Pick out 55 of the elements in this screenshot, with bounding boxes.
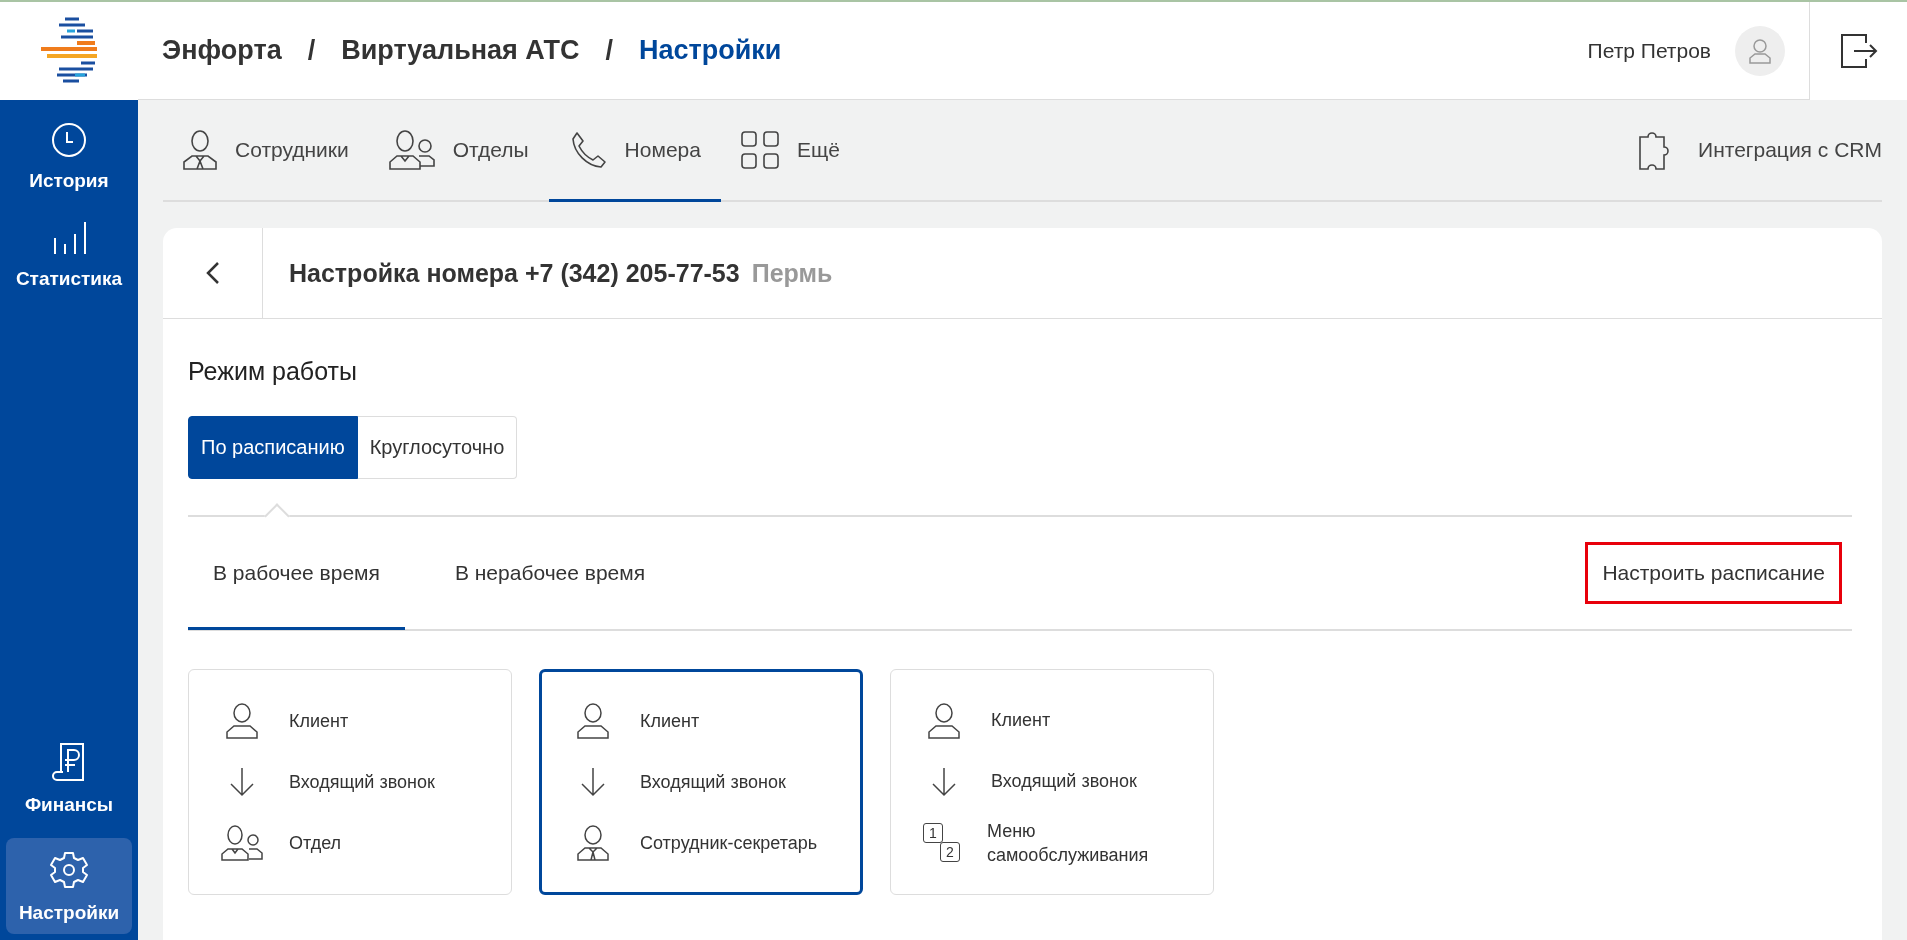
avatar[interactable] (1735, 25, 1785, 76)
clock-icon (51, 122, 87, 158)
sidebar-item[interactable]: Финансы (6, 736, 132, 830)
mode-option[interactable]: Круглосуточно (357, 416, 518, 479)
section-title: Режим работы (188, 357, 358, 386)
sidebar-item[interactable]: Настройки (6, 838, 132, 934)
arrow-down-icon (580, 767, 606, 797)
mode-option[interactable]: По расписанию (188, 416, 358, 479)
step-label: Входящий звонок (991, 770, 1137, 794)
nav-tab[interactable]: Отделы (368, 100, 549, 202)
grid-icon (740, 130, 779, 169)
user-icon (1749, 37, 1771, 64)
step-label: Сотрудник-секретарь (640, 832, 818, 856)
scenario-card[interactable]: Клиент Входящий звонок Отдел (188, 669, 512, 895)
crm-integration-link[interactable]: Интеграция с CRM (1618, 100, 1882, 202)
arrow-down-icon (229, 767, 255, 797)
step-label: Отдел (289, 832, 342, 856)
employee-icon (183, 129, 217, 170)
step-label: Меню самообслуживания (986, 819, 1150, 867)
person-icon (226, 702, 258, 739)
sidebar-item[interactable]: Статистика (6, 214, 132, 304)
step-label: Клиент (289, 709, 349, 733)
scenario-card[interactable]: Клиент Входящий звонок Сотрудник-секретарь (539, 669, 863, 895)
employee-icon (577, 825, 609, 862)
step-label: Клиент (640, 709, 700, 733)
step-label: Входящий звонок (289, 770, 435, 794)
breadcrumb-link[interactable]: Энфорта (162, 35, 282, 66)
breadcrumb-link[interactable]: Виртуальная АТС (341, 35, 580, 66)
logout-icon (1839, 32, 1878, 69)
group-icon (221, 825, 263, 862)
schedule-button[interactable]: Настроить расписание (1585, 542, 1842, 604)
person-icon (577, 702, 609, 739)
step-label: Клиент (991, 709, 1051, 733)
city-label: Пермь (751, 258, 833, 288)
time-tab[interactable]: В нерабочее время (429, 518, 671, 630)
breadcrumb-link[interactable]: Настройки (638, 35, 782, 66)
user-name: Петр Петров (1587, 38, 1711, 63)
bar-chart-icon (51, 220, 87, 256)
time-tab[interactable]: В рабочее время (188, 518, 405, 630)
group-icon (388, 129, 435, 170)
nav-tab[interactable]: Сотрудники (163, 100, 369, 202)
nav-tab[interactable]: Номера (548, 100, 721, 202)
page-title: Настройка номера +7 (342) 205-77-53 (289, 258, 740, 288)
scenario-card[interactable]: Клиент Входящий звонок 1 2 Меню самообслуживания (890, 669, 1214, 895)
settings-icon (49, 850, 89, 890)
ruble-document-icon (51, 742, 87, 782)
nav-tab[interactable]: Ещё (720, 100, 860, 202)
chevron-left-icon (205, 261, 220, 285)
breadcrumb-separator: / (605, 35, 613, 66)
logout-button[interactable] (1809, 1, 1907, 100)
step-label: Входящий звонок (640, 770, 786, 794)
arrow-down-icon (931, 766, 957, 797)
sidebar-item[interactable]: История (6, 116, 132, 206)
breadcrumb-separator: / (307, 35, 316, 66)
person-icon (928, 702, 960, 739)
